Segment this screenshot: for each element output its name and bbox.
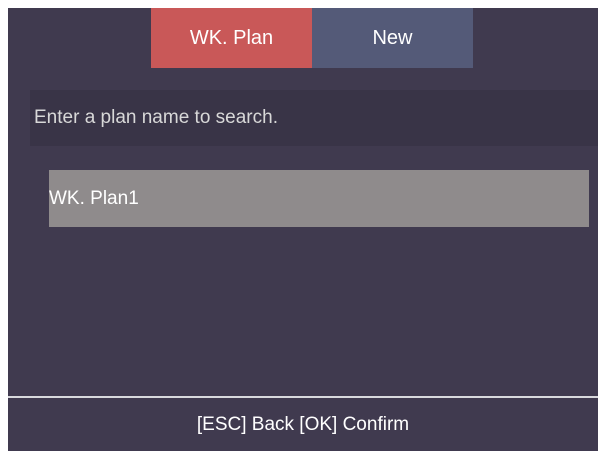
footer-hint: [ESC] Back [OK] Confirm [8,396,598,451]
tab-new[interactable]: New [312,8,473,68]
tab-wk-plan[interactable]: WK. Plan [151,8,312,68]
search-box [30,90,598,146]
plan-list: WK. Plan1 [49,170,589,227]
plan-list-item[interactable]: WK. Plan1 [49,170,589,227]
tab-bar: WK. Plan New [151,8,473,68]
plan-search-input[interactable] [34,107,598,129]
plan-screen: WK. Plan New WK. Plan1 [ESC] Back [OK] C… [8,8,598,451]
